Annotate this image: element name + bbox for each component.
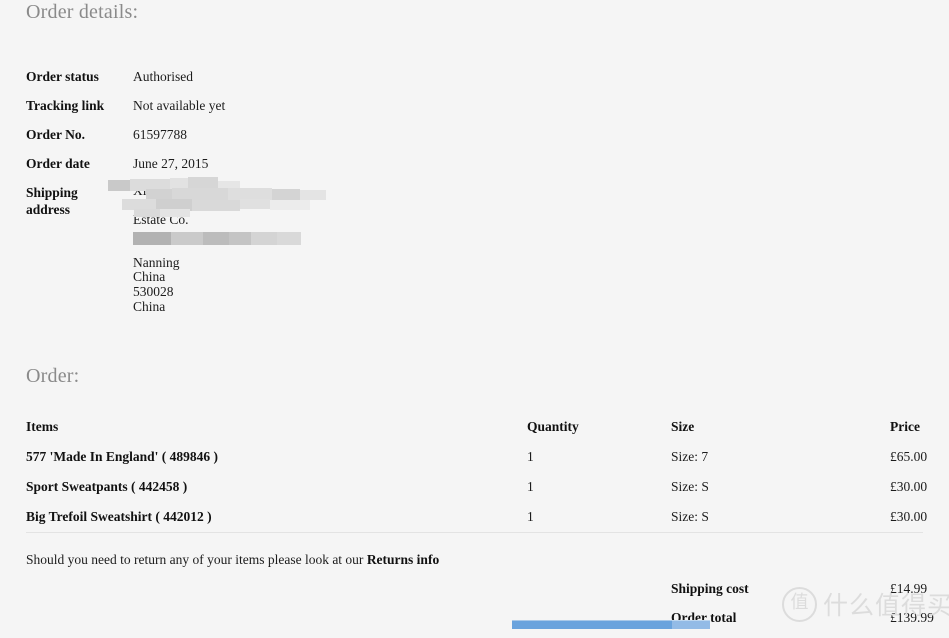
detail-label: Tracking link [26, 98, 105, 113]
detail-row-order-number: Order No. 61597788 [26, 126, 546, 155]
order-items-table: Items Quantity Size Price 577 'Made In E… [0, 418, 949, 538]
order-confirmation-page: Order details: Order status Authorised T… [0, 0, 949, 629]
address-line-2: Plan Dpt. [133, 197, 185, 213]
column-header-items: Items [26, 419, 59, 434]
shipping-address-label: Shipping address [26, 184, 126, 218]
totals-value: £139.99 [890, 610, 934, 625]
detail-label: Order status [26, 69, 99, 84]
item-quantity: 1 [527, 479, 534, 494]
detail-value: Authorised [133, 69, 193, 84]
detail-value: 61597788 [133, 127, 187, 142]
detail-row-order-status: Order status Authorised [26, 68, 546, 97]
item-name: Big Trefoil Sweatshirt ( 442012 ) [26, 509, 212, 524]
horizontal-scrollbar[interactable] [512, 620, 710, 629]
order-details-heading: Order details: [26, 1, 139, 23]
totals-row-order-total: Order total £139.99 [0, 609, 949, 638]
totals-value: £14.99 [890, 581, 928, 596]
shipping-address-label-line1: Shipping [26, 185, 78, 200]
shipping-address-value: Xiao Plan Dpt. Estate Co. Nanning China … [133, 183, 189, 314]
detail-row-tracking-link: Tracking link Not available yet [26, 97, 546, 126]
item-quantity: 1 [527, 509, 534, 524]
address-city: Nanning [133, 254, 180, 270]
returns-info-link[interactable]: Returns info [367, 552, 439, 567]
table-row: 577 'Made In England' ( 489846 ) 1 Size:… [0, 448, 949, 478]
detail-row-order-date: Order date June 27, 2015 [26, 155, 546, 184]
item-size: Size: S [671, 479, 709, 494]
address-line-1: Xiao [133, 183, 160, 198]
totals-row-shipping-cost: Shipping cost £14.99 [0, 580, 949, 609]
table-body: 577 'Made In England' ( 489846 ) 1 Size:… [0, 448, 949, 538]
order-heading: Order: [26, 365, 80, 387]
table-divider [26, 532, 923, 533]
shipping-address-label-line2: address [26, 202, 71, 217]
item-size: Size: 7 [671, 449, 709, 464]
column-header-price: Price [890, 419, 920, 434]
detail-row-shipping-address: Shipping address Xiao Plan Dpt. Estate C… [26, 177, 546, 313]
detail-label: Order date [26, 156, 90, 171]
item-price: £65.00 [890, 449, 928, 464]
detail-value: June 27, 2015 [133, 156, 209, 171]
order-details-list: Order status Authorised Tracking link No… [26, 68, 546, 313]
item-name: Sport Sweatpants ( 442458 ) [26, 479, 188, 494]
item-name: 577 'Made In England' ( 489846 ) [26, 449, 219, 464]
address-postcode: 530028 [133, 283, 174, 299]
address-redacted-line [133, 228, 189, 242]
column-header-quantity: Quantity [527, 419, 579, 434]
address-spacer [133, 242, 189, 256]
item-quantity: 1 [527, 449, 534, 464]
table-row: Big Trefoil Sweatshirt ( 442012 ) 1 Size… [0, 508, 949, 538]
table-row: Sport Sweatpants ( 442458 ) 1 Size: S £3… [0, 478, 949, 508]
address-country-2: China [133, 298, 166, 314]
detail-label: Order No. [26, 127, 85, 142]
address-line-3: Estate Co. [133, 212, 189, 228]
item-size: Size: S [671, 509, 709, 524]
item-price: £30.00 [890, 479, 928, 494]
returns-note-text: Should you need to return any of your it… [26, 552, 367, 567]
detail-value: Not available yet [133, 98, 226, 113]
item-price: £30.00 [890, 509, 928, 524]
column-header-size: Size [671, 419, 695, 434]
table-header-row: Items Quantity Size Price [0, 418, 949, 448]
returns-note: Should you need to return any of your it… [26, 551, 439, 568]
totals-label: Shipping cost [671, 581, 749, 596]
order-totals: Shipping cost £14.99 Order total £139.99 [0, 580, 949, 638]
address-country: China [133, 269, 166, 285]
